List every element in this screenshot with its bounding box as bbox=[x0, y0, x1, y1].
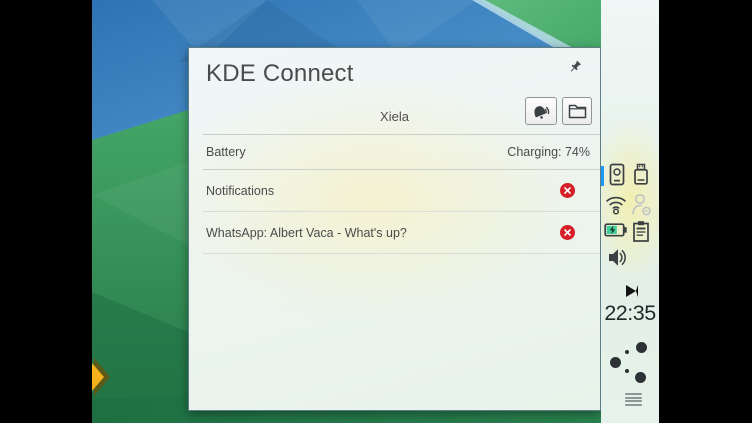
tray-removable-device-button[interactable] bbox=[632, 163, 650, 186]
device-buttons bbox=[525, 97, 592, 125]
dot bbox=[625, 369, 629, 373]
user-switcher-icon bbox=[630, 192, 653, 217]
bell-ring-icon bbox=[531, 103, 551, 120]
dismiss-notification-button[interactable] bbox=[560, 183, 575, 198]
tray-kdeconnect-button[interactable] bbox=[608, 163, 626, 186]
system-tray-panel: 22:35 bbox=[601, 0, 659, 423]
tray-user-switcher-button[interactable] bbox=[630, 192, 653, 217]
tray-battery-button[interactable] bbox=[604, 222, 628, 238]
clipboard-icon bbox=[632, 220, 650, 243]
tray-clipboard-button[interactable] bbox=[632, 220, 650, 243]
pin-button[interactable] bbox=[566, 58, 584, 76]
tray-volume-button[interactable] bbox=[607, 247, 628, 268]
popup-header: KDE Connect bbox=[189, 48, 600, 100]
digital-clock[interactable]: 22:35 bbox=[601, 301, 659, 326]
dot bbox=[635, 372, 646, 383]
removable-device-icon bbox=[632, 163, 650, 186]
active-applet-indicator bbox=[601, 166, 604, 186]
ring-device-button[interactable] bbox=[525, 97, 557, 125]
dot bbox=[625, 350, 629, 354]
popup-title: KDE Connect bbox=[206, 60, 354, 88]
pin-icon bbox=[568, 60, 582, 74]
tray-expander-arrow-icon[interactable] bbox=[626, 285, 638, 297]
device-row: Xiela bbox=[189, 100, 600, 134]
panel-toolbox-button[interactable] bbox=[625, 393, 642, 407]
device-dots-widget[interactable] bbox=[601, 340, 659, 386]
dot bbox=[636, 342, 647, 353]
dismiss-notification-button[interactable] bbox=[560, 225, 575, 240]
notification-label: Notifications bbox=[206, 184, 274, 198]
dot bbox=[610, 357, 621, 368]
battery-label: Battery bbox=[206, 145, 246, 159]
tray-network-button[interactable] bbox=[604, 193, 628, 215]
close-x-icon bbox=[564, 229, 571, 236]
browse-device-button[interactable] bbox=[562, 97, 592, 125]
close-x-icon bbox=[564, 187, 571, 194]
wifi-icon bbox=[604, 193, 628, 215]
kdeconnect-popup: KDE Connect Xiela bbox=[188, 47, 601, 411]
kdeconnect-phone-icon bbox=[608, 163, 626, 186]
battery-charging-icon bbox=[604, 222, 628, 238]
battery-status: Charging: 74% bbox=[507, 145, 590, 159]
notification-row: WhatsApp: Albert Vaca - What's up? bbox=[189, 212, 600, 253]
battery-row: Battery Charging: 74% bbox=[189, 135, 600, 169]
hamburger-menu-icon bbox=[625, 393, 642, 395]
audio-volume-icon bbox=[607, 247, 628, 268]
notification-label: WhatsApp: Albert Vaca - What's up? bbox=[206, 226, 407, 240]
notification-row: Notifications bbox=[189, 170, 600, 211]
separator bbox=[203, 253, 600, 254]
folder-icon bbox=[568, 103, 587, 119]
